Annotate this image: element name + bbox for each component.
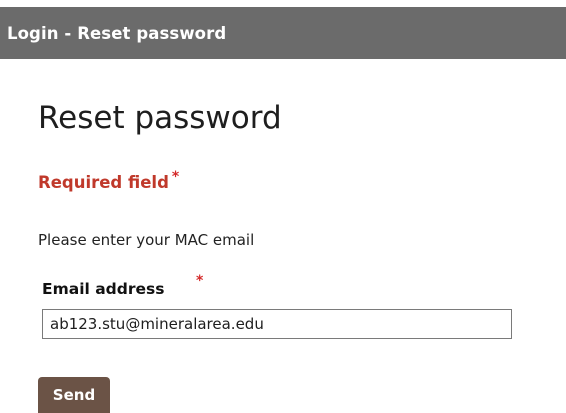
required-field-legend: Required field * (38, 169, 179, 193)
email-field[interactable] (42, 309, 512, 339)
required-legend-label: Required field (38, 173, 169, 192)
required-asterisk-icon: * (196, 273, 204, 289)
window-title: Login - Reset password (7, 23, 227, 43)
email-field-label: Email address (42, 280, 165, 298)
instruction-text: Please enter your MAC email (38, 231, 255, 249)
send-button[interactable]: Send (38, 377, 110, 413)
page-title: Reset password (38, 100, 282, 136)
title-bar: Login - Reset password (0, 7, 566, 59)
required-asterisk-icon: * (171, 169, 180, 185)
